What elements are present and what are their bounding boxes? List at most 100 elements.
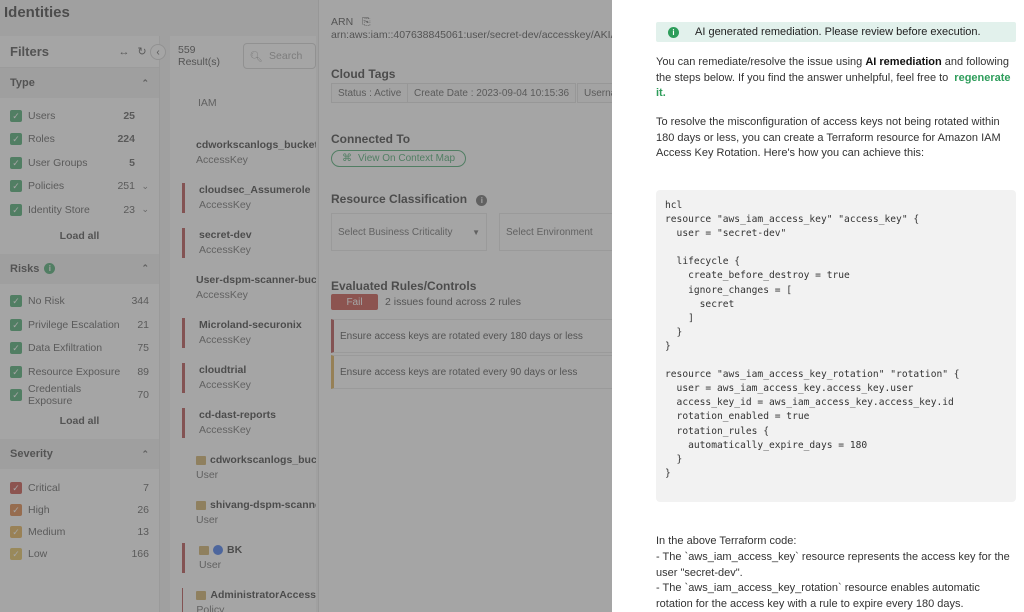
table-row[interactable]: BK User — [170, 535, 316, 580]
row-name: cd-dast-reports — [199, 409, 277, 421]
filter-count: 23 — [123, 203, 135, 216]
checkbox-checked-icon[interactable]: ✓ — [10, 389, 22, 402]
filter-item-no-risk[interactable]: ✓ No Risk 344 — [0, 290, 159, 314]
collapse-all-icon[interactable]: ↔ — [117, 45, 131, 59]
checkbox-checked-icon[interactable]: ✓ — [10, 526, 22, 538]
filter-label: Identity Store — [28, 203, 90, 216]
checkbox-checked-icon[interactable]: ✓ — [10, 295, 22, 308]
filter-item-high[interactable]: ✓ High 26 — [0, 499, 159, 521]
column-header-iam[interactable]: IAM — [170, 76, 316, 130]
row-type: AccessKey — [199, 199, 251, 211]
connected-to-title: Connected To — [331, 132, 411, 146]
checkbox-checked-icon[interactable]: ✓ — [10, 482, 22, 494]
filter-label: Low — [28, 548, 48, 560]
checkbox-checked-icon[interactable]: ✓ — [10, 504, 22, 516]
chevron-down-icon[interactable]: ⌄ — [135, 204, 149, 215]
filter-item-low[interactable]: ✓ Low 166 — [0, 543, 159, 565]
section-title: Resource Classification — [331, 192, 468, 206]
checkbox-checked-icon[interactable]: ✓ — [10, 109, 22, 122]
row-name: cdworkscanlogs_bucket_ — [196, 139, 316, 151]
filter-count: 75 — [137, 342, 149, 355]
checkbox-checked-icon[interactable]: ✓ — [10, 365, 22, 378]
filters-panel: Filters ↔ ↻ Type ⌃ ✓ Users 25 ✓ Roles 224 ✓ U… — [0, 36, 160, 612]
refresh-icon[interactable]: ↻ — [135, 45, 149, 59]
view-context-map-button[interactable]: ⌘ View On Context Map — [331, 150, 467, 167]
filter-item-roles[interactable]: ✓ Roles 224 — [0, 128, 159, 152]
outro-title: In the above Terraform code: — [656, 535, 797, 547]
chevron-up-icon[interactable]: ⌃ — [141, 263, 149, 274]
chevron-down-icon[interactable]: ⌄ — [135, 181, 149, 192]
person-icon — [213, 545, 223, 555]
filter-count: 13 — [137, 526, 149, 538]
checkbox-checked-icon[interactable]: ✓ — [10, 133, 22, 146]
search-input[interactable]: 🔍︎ Search — [242, 43, 316, 69]
section-title: Type — [10, 77, 35, 89]
rule-row[interactable]: Ensure access keys are rotated every 90 … — [331, 355, 614, 389]
filter-item-policies[interactable]: ✓ Policies 251 ⌄ — [0, 175, 159, 199]
business-criticality-select[interactable]: Select Business Criticality ▼ — [331, 213, 487, 251]
table-row[interactable]: User-dspm-scanner-buck AccessKey — [170, 265, 316, 310]
button-label: View On Context Map — [358, 153, 456, 164]
checkbox-checked-icon[interactable]: ✓ — [10, 156, 22, 169]
filter-item-users[interactable]: ✓ Users 25 — [0, 104, 159, 128]
table-row[interactable]: secret-dev AccessKey — [170, 220, 316, 265]
checkbox-checked-icon[interactable]: ✓ — [10, 203, 22, 216]
row-type: AccessKey — [199, 244, 251, 256]
table-row[interactable]: cloudsec_Assumerole AccessKey — [170, 175, 316, 220]
filter-label: Data Exfiltration — [28, 342, 103, 355]
filter-item-credentials-exposure[interactable]: ✓ Credentials Exposure 70 — [0, 383, 159, 407]
collapse-panel-button[interactable]: ‹ — [150, 44, 166, 60]
row-name: cloudsec_Assumerole — [199, 184, 311, 196]
chevron-up-icon[interactable]: ⌃ — [141, 449, 149, 460]
checkbox-checked-icon[interactable]: ✓ — [10, 318, 22, 331]
select-placeholder: Select Environment — [506, 226, 593, 238]
intro-paragraph: You can remediate/resolve the issue usin… — [656, 55, 1012, 102]
table-row[interactable]: cd-dast-reports AccessKey — [170, 400, 316, 445]
filter-count: 166 — [131, 548, 149, 560]
table-row[interactable]: cdworkscanlogs_bucket_ AccessKey — [170, 130, 316, 175]
filter-count: 224 — [117, 133, 135, 146]
filter-item-user-groups[interactable]: ✓ User Groups 5 — [0, 151, 159, 175]
filter-item-privilege-escalation[interactable]: ✓ Privilege Escalation 21 — [0, 313, 159, 337]
filter-label: Resource Exposure — [28, 365, 121, 378]
results-panel: 559 Result(s) 🔍︎ Search IAM cdworkscanlo… — [170, 36, 316, 612]
table-row[interactable]: AdministratorAccess Policy — [170, 580, 316, 612]
filter-section-severity[interactable]: Severity ⌃ — [0, 439, 159, 469]
filter-section-risks[interactable]: Risks i ⌃ — [0, 253, 159, 284]
filter-count: 7 — [143, 482, 149, 494]
checkbox-checked-icon[interactable]: ✓ — [10, 180, 22, 193]
checkbox-checked-icon[interactable]: ✓ — [10, 342, 22, 355]
filter-count: 70 — [137, 389, 149, 402]
table-row[interactable]: cloudtrial AccessKey — [170, 355, 316, 400]
filter-item-identity-store[interactable]: ✓ Identity Store 23 ⌄ — [0, 198, 159, 222]
filter-count: 251 — [117, 180, 135, 193]
checkbox-checked-icon[interactable]: ✓ — [10, 548, 22, 560]
environment-select[interactable]: Select Environment — [499, 213, 614, 251]
filter-item-medium[interactable]: ✓ Medium 13 — [0, 521, 159, 543]
ai-remediation-drawer: i AI generated remediation. Please revie… — [612, 0, 1024, 612]
table-row[interactable]: cdworkscanlogs_bucke User — [170, 445, 316, 490]
rule-row[interactable]: Ensure access keys are rotated every 180… — [331, 319, 614, 353]
table-row[interactable]: shivang-dspm-scanner User — [170, 490, 316, 535]
map-icon: ⌘ — [342, 153, 352, 164]
filter-count: 25 — [123, 109, 135, 122]
table-row[interactable]: Microland-securonix AccessKey — [170, 310, 316, 355]
row-name: User-dspm-scanner-buck — [196, 274, 316, 286]
chevron-up-icon[interactable]: ⌃ — [141, 78, 149, 89]
filter-section-type[interactable]: Type ⌃ — [0, 68, 159, 98]
user-entity-icon — [196, 500, 206, 510]
filter-label: User Groups — [28, 156, 88, 169]
load-all-button[interactable]: Load all — [0, 222, 159, 250]
filter-item-critical[interactable]: ✓ Critical 7 — [0, 477, 159, 499]
filter-item-data-exfiltration[interactable]: ✓ Data Exfiltration 75 — [0, 337, 159, 361]
info-icon[interactable]: i — [44, 263, 56, 274]
copy-icon[interactable]: ⎘ — [362, 16, 370, 28]
load-all-button[interactable]: Load all — [0, 407, 159, 435]
row-name: secret-dev — [199, 229, 252, 241]
info-icon[interactable]: i — [476, 195, 488, 206]
row-type: Policy — [196, 604, 225, 612]
row-name: cdworkscanlogs_bucke — [210, 454, 316, 466]
filter-item-resource-exposure[interactable]: ✓ Resource Exposure 89 — [0, 360, 159, 384]
filter-count: 21 — [137, 318, 149, 331]
filter-count: 89 — [137, 365, 149, 378]
